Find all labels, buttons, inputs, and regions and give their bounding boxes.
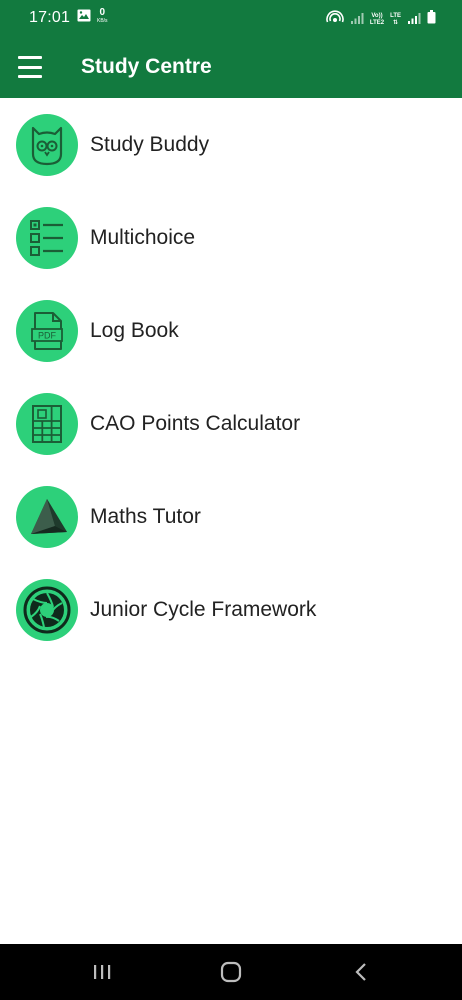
checklist-icon xyxy=(16,207,78,269)
status-left-icons: 0 KB/s xyxy=(77,8,108,27)
menu-item-label: Multichoice xyxy=(90,226,196,249)
home-icon[interactable] xyxy=(191,944,271,1000)
status-bar: 17:01 0 KB/s Vo)) LTE2 LTE ⇅ xyxy=(0,0,462,36)
network-speed-unit: KB/s xyxy=(97,18,108,24)
aperture-icon xyxy=(16,579,78,641)
menu-item-maths-tutor[interactable]: Maths Tutor xyxy=(0,470,462,563)
page-title: Study Centre xyxy=(81,55,212,78)
hotspot-icon xyxy=(326,9,344,30)
status-time: 17:01 xyxy=(29,9,71,26)
menu-item-label: Study Buddy xyxy=(90,133,210,156)
network-speed: 0 KB/s xyxy=(97,8,108,24)
menu-item-study-buddy[interactable]: Study Buddy xyxy=(0,98,462,191)
system-nav-bar xyxy=(0,944,462,1000)
network-speed-value: 0 xyxy=(99,7,106,18)
hamburger-menu-icon[interactable] xyxy=(18,54,46,80)
sim2-label: LTE ⇅ xyxy=(390,13,401,27)
menu-item-label: CAO Points Calculator xyxy=(90,412,301,435)
sim2-lte-label: LTE xyxy=(390,12,401,19)
menu-item-label: Log Book xyxy=(90,319,179,342)
image-icon xyxy=(77,9,91,27)
menu-item-label: Maths Tutor xyxy=(90,505,201,528)
menu-item-multichoice[interactable]: Multichoice xyxy=(0,191,462,284)
battery-icon xyxy=(427,10,436,29)
sim1-lte-label: LTE2 xyxy=(369,19,385,26)
menu-bar-line xyxy=(18,56,42,59)
pyramid-icon xyxy=(16,486,78,548)
menu-item-log-book[interactable]: PDF Log Book xyxy=(0,284,462,377)
menu-item-cao-points-calculator[interactable]: CAO Points Calculator xyxy=(0,377,462,470)
signal-1-icon xyxy=(350,11,364,29)
signal-2-icon xyxy=(407,11,421,29)
back-icon[interactable] xyxy=(321,944,401,1000)
app-bar: Study Centre xyxy=(0,36,462,98)
sim1-label: Vo)) LTE2 xyxy=(370,13,384,27)
owl-icon xyxy=(16,114,78,176)
sim1-volte-label: Vo)) xyxy=(371,12,383,19)
pdf-document-icon: PDF xyxy=(16,300,78,362)
menu-bar-line xyxy=(18,65,42,69)
calculator-grid-icon xyxy=(16,393,78,455)
menu-bar-line xyxy=(18,75,42,78)
recents-icon[interactable] xyxy=(62,944,142,1000)
data-arrows-icon: ⇅ xyxy=(393,19,399,26)
menu-item-junior-cycle-framework[interactable]: Junior Cycle Framework xyxy=(0,563,462,656)
status-right-icons: Vo)) LTE2 LTE ⇅ xyxy=(326,9,436,30)
svg-text:PDF: PDF xyxy=(38,331,57,341)
menu-item-label: Junior Cycle Framework xyxy=(90,598,317,621)
study-menu-list: Study Buddy Multichoice PDF Log Book CAO… xyxy=(0,98,462,656)
